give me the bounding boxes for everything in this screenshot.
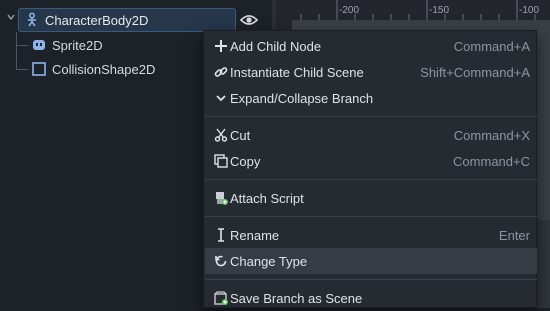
copy-icon — [213, 153, 229, 169]
menu-item-rename[interactable]: Rename Enter — [205, 222, 537, 248]
tree-item-sprite2d[interactable]: Sprite2D — [26, 33, 103, 57]
menu-item-copy[interactable]: Copy Command+C — [205, 148, 537, 174]
tree-item-characterbody2d[interactable]: CharacterBody2D — [18, 8, 236, 32]
menu-separator — [205, 179, 537, 180]
menu-item-label: Save Branch as Scene — [230, 290, 363, 306]
menu-item-label: Expand/Collapse Branch — [230, 90, 374, 106]
tree-item-label: CollisionShape2D — [52, 61, 156, 77]
ruler-corner — [276, 0, 292, 20]
menu-item-save-branch-as-scene[interactable]: Save Branch as Scene — [205, 285, 537, 311]
menu-item-shortcut: Command+C — [453, 153, 530, 169]
menu-item-shortcut: Command+X — [453, 127, 530, 143]
tree-guide-line — [16, 32, 17, 69]
menu-item-shortcut: Command+A — [453, 38, 530, 54]
save-branch-icon — [213, 290, 229, 306]
context-menu: Add Child Node Command+A Instantiate Chi… — [203, 30, 537, 308]
collisionshape2d-icon — [32, 62, 46, 76]
link-icon — [213, 64, 229, 80]
menu-item-label: Instantiate Child Scene — [230, 64, 364, 80]
characterbody2d-icon — [28, 12, 36, 27]
tree-item-collisionshape2d[interactable]: CollisionShape2D — [26, 57, 155, 81]
menu-item-shortcut: Shift+Command+A — [420, 64, 530, 80]
menu-item-label: Add Child Node — [230, 38, 322, 54]
visibility-eye-icon[interactable] — [238, 10, 260, 30]
menu-separator — [205, 216, 537, 217]
menu-item-label: Change Type — [230, 253, 308, 269]
menu-item-label: Attach Script — [230, 190, 304, 206]
menu-item-add-child-node[interactable]: Add Child Node Command+A — [205, 33, 537, 59]
text-cursor-icon — [213, 227, 229, 243]
plus-icon — [213, 38, 229, 54]
menu-item-cut[interactable]: Cut Command+X — [205, 122, 537, 148]
chevron-down-icon — [213, 90, 229, 106]
change-type-icon — [213, 253, 229, 269]
tree-item-label: Sprite2D — [52, 37, 103, 53]
menu-item-label: Cut — [230, 127, 251, 143]
menu-separator — [205, 116, 537, 117]
menu-item-expand-collapse-branch[interactable]: Expand/Collapse Branch — [205, 85, 537, 111]
menu-item-shortcut: Enter — [498, 227, 530, 243]
horizontal-ruler[interactable]: -200 -150 -100 — [292, 0, 550, 21]
attach-script-icon — [213, 190, 229, 206]
menu-separator — [205, 279, 537, 280]
menu-item-label: Copy — [230, 153, 261, 169]
tree-item-label: CharacterBody2D — [45, 12, 149, 28]
scissors-icon — [213, 127, 229, 143]
collapse-arrow-icon[interactable] — [6, 12, 16, 22]
menu-item-label: Rename — [230, 227, 280, 243]
sprite2d-icon — [33, 40, 45, 50]
menu-item-change-type[interactable]: Change Type — [205, 248, 537, 274]
menu-item-instantiate-child-scene[interactable]: Instantiate Child Scene Shift+Command+A — [205, 59, 537, 85]
ruler-ticks — [300, 0, 536, 20]
menu-item-attach-script[interactable]: Attach Script — [205, 185, 537, 211]
